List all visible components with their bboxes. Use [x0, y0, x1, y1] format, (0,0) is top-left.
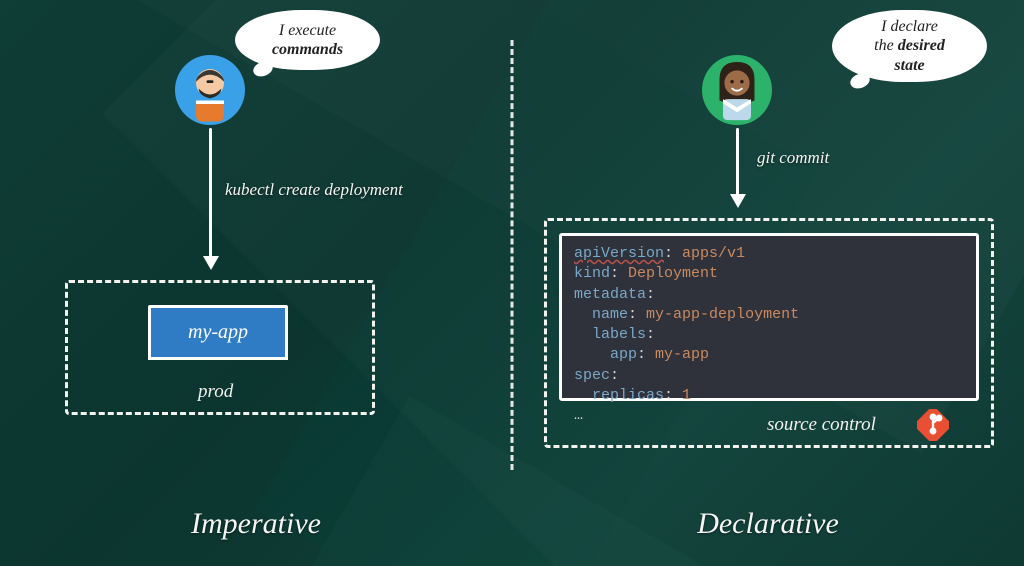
yaml-key: labels	[592, 326, 646, 343]
yaml-val: Deployment	[628, 265, 718, 282]
bubble-text: I declare	[881, 18, 938, 35]
app-tile: my-app	[148, 305, 288, 360]
arrow-head-icon	[730, 194, 746, 208]
arrow-shaft	[209, 128, 212, 258]
yaml-val: 1	[682, 387, 691, 404]
imperative-panel: I execute commands kubectl create deploy…	[0, 0, 512, 566]
git-icon	[917, 409, 949, 441]
arrow-shaft	[736, 128, 739, 196]
yaml-val: apps/v1	[682, 245, 745, 262]
yaml-key: kind	[574, 265, 610, 282]
command-label: kubectl create deployment	[225, 180, 403, 200]
bubble-text: I execute	[279, 22, 336, 39]
env-box: my-app prod	[65, 280, 375, 415]
yaml-val: my-app-deployment	[646, 306, 799, 323]
bubble-text-emphasis: desired	[898, 37, 945, 54]
yaml-key: replicas	[592, 387, 664, 404]
yaml-code-panel: apiVersion: apps/v1 kind: Deployment met…	[559, 233, 979, 401]
env-label: prod	[198, 381, 233, 403]
female-avatar-icon	[702, 55, 772, 125]
yaml-key: name	[592, 306, 628, 323]
yaml-key: app	[610, 346, 637, 363]
source-control-box: apiVersion: apps/v1 kind: Deployment met…	[544, 218, 994, 448]
arrow-head-icon	[203, 256, 219, 270]
app-name: my-app	[188, 321, 248, 344]
yaml-key: metadata	[574, 286, 646, 303]
yaml-val: my-app	[655, 346, 709, 363]
box-label: source control	[767, 414, 876, 436]
male-avatar-icon	[175, 55, 245, 125]
panel-title-left: Imperative	[0, 507, 512, 541]
yaml-key: spec	[574, 367, 610, 384]
command-label: git commit	[757, 148, 829, 168]
speech-bubble-left: I execute commands	[235, 10, 380, 70]
yaml-key: apiVersion	[574, 245, 664, 262]
declarative-panel: I declare the desired state git commit a…	[512, 0, 1024, 566]
bubble-text-emphasis: commands	[272, 41, 343, 58]
panel-title-right: Declarative	[512, 507, 1024, 541]
speech-bubble-right: I declare the desired state	[832, 10, 987, 82]
bubble-text-emphasis2: state	[894, 57, 924, 74]
